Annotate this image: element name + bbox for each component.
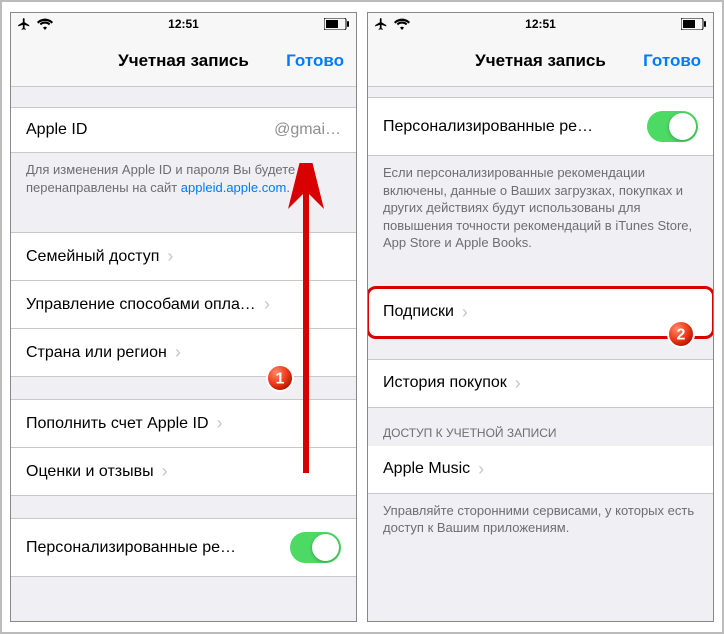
family-sharing-row[interactable]: Семейный доступ ›: [11, 232, 356, 281]
personalized-footer: Если персонализированные рекомендации вк…: [368, 156, 713, 266]
content-scroll-right[interactable]: Персонализированные ре… Если персонализи…: [368, 87, 713, 621]
ratings-reviews-row[interactable]: Оценки и отзывы ›: [11, 448, 356, 496]
account-access-footer: Управляйте сторонними сервисами, у котор…: [368, 494, 713, 551]
chevron-right-icon: ›: [462, 302, 468, 323]
chevron-right-icon: ›: [217, 413, 223, 434]
wifi-icon: [394, 18, 410, 30]
topup-apple-id-row[interactable]: Пополнить счет Apple ID ›: [11, 399, 356, 448]
done-button[interactable]: Готово: [286, 51, 344, 71]
chevron-right-icon: ›: [167, 246, 173, 267]
chevron-right-icon: ›: [515, 373, 521, 394]
chevron-right-icon: ›: [162, 461, 168, 482]
apple-id-value: @gmai…: [274, 121, 341, 139]
wifi-icon: [37, 18, 53, 30]
battery-icon: [324, 18, 350, 30]
phone-left: 12:51 Учетная запись Готово Apple ID @gm…: [10, 12, 357, 622]
personalized-recommendations-row[interactable]: Персонализированные ре…: [11, 518, 356, 577]
purchase-history-row[interactable]: История покупок ›: [368, 359, 713, 408]
nav-bar: Учетная запись Готово: [368, 35, 713, 87]
clock-label: 12:51: [168, 17, 199, 31]
apple-id-footer: Для изменения Apple ID и пароля Вы будет…: [11, 153, 356, 210]
payment-methods-row[interactable]: Управление способами оплаты ›: [11, 281, 356, 329]
status-bar: 12:51: [368, 13, 713, 35]
subscriptions-row[interactable]: Подписки ›: [368, 288, 713, 337]
done-button[interactable]: Готово: [643, 51, 701, 71]
airplane-mode-icon: [374, 17, 388, 31]
airplane-mode-icon: [17, 17, 31, 31]
apple-id-label: Apple ID: [26, 121, 87, 139]
personalized-switch[interactable]: [290, 532, 341, 563]
account-access-header: ДОСТУП К УЧЕТНОЙ ЗАПИСИ: [368, 408, 713, 446]
clock-label: 12:51: [525, 17, 556, 31]
chevron-right-icon: ›: [264, 294, 270, 315]
apple-music-row[interactable]: Apple Music ›: [368, 446, 713, 494]
personalized-switch[interactable]: [647, 111, 698, 142]
personalized-recommendations-row[interactable]: Персонализированные ре…: [368, 97, 713, 156]
status-bar: 12:51: [11, 13, 356, 35]
chevron-right-icon: ›: [478, 459, 484, 480]
country-region-row[interactable]: Страна или регион ›: [11, 329, 356, 377]
apple-id-row[interactable]: Apple ID @gmai…: [11, 107, 356, 153]
nav-title: Учетная запись: [475, 51, 606, 71]
nav-title: Учетная запись: [118, 51, 249, 71]
appleid-link[interactable]: appleid.apple.com: [181, 180, 287, 195]
chevron-right-icon: ›: [175, 342, 181, 363]
nav-bar: Учетная запись Готово: [11, 35, 356, 87]
battery-icon: [681, 18, 707, 30]
content-scroll-left[interactable]: Apple ID @gmai… Для изменения Apple ID и…: [11, 87, 356, 621]
phone-right: 12:51 Учетная запись Готово Персонализир…: [367, 12, 714, 622]
